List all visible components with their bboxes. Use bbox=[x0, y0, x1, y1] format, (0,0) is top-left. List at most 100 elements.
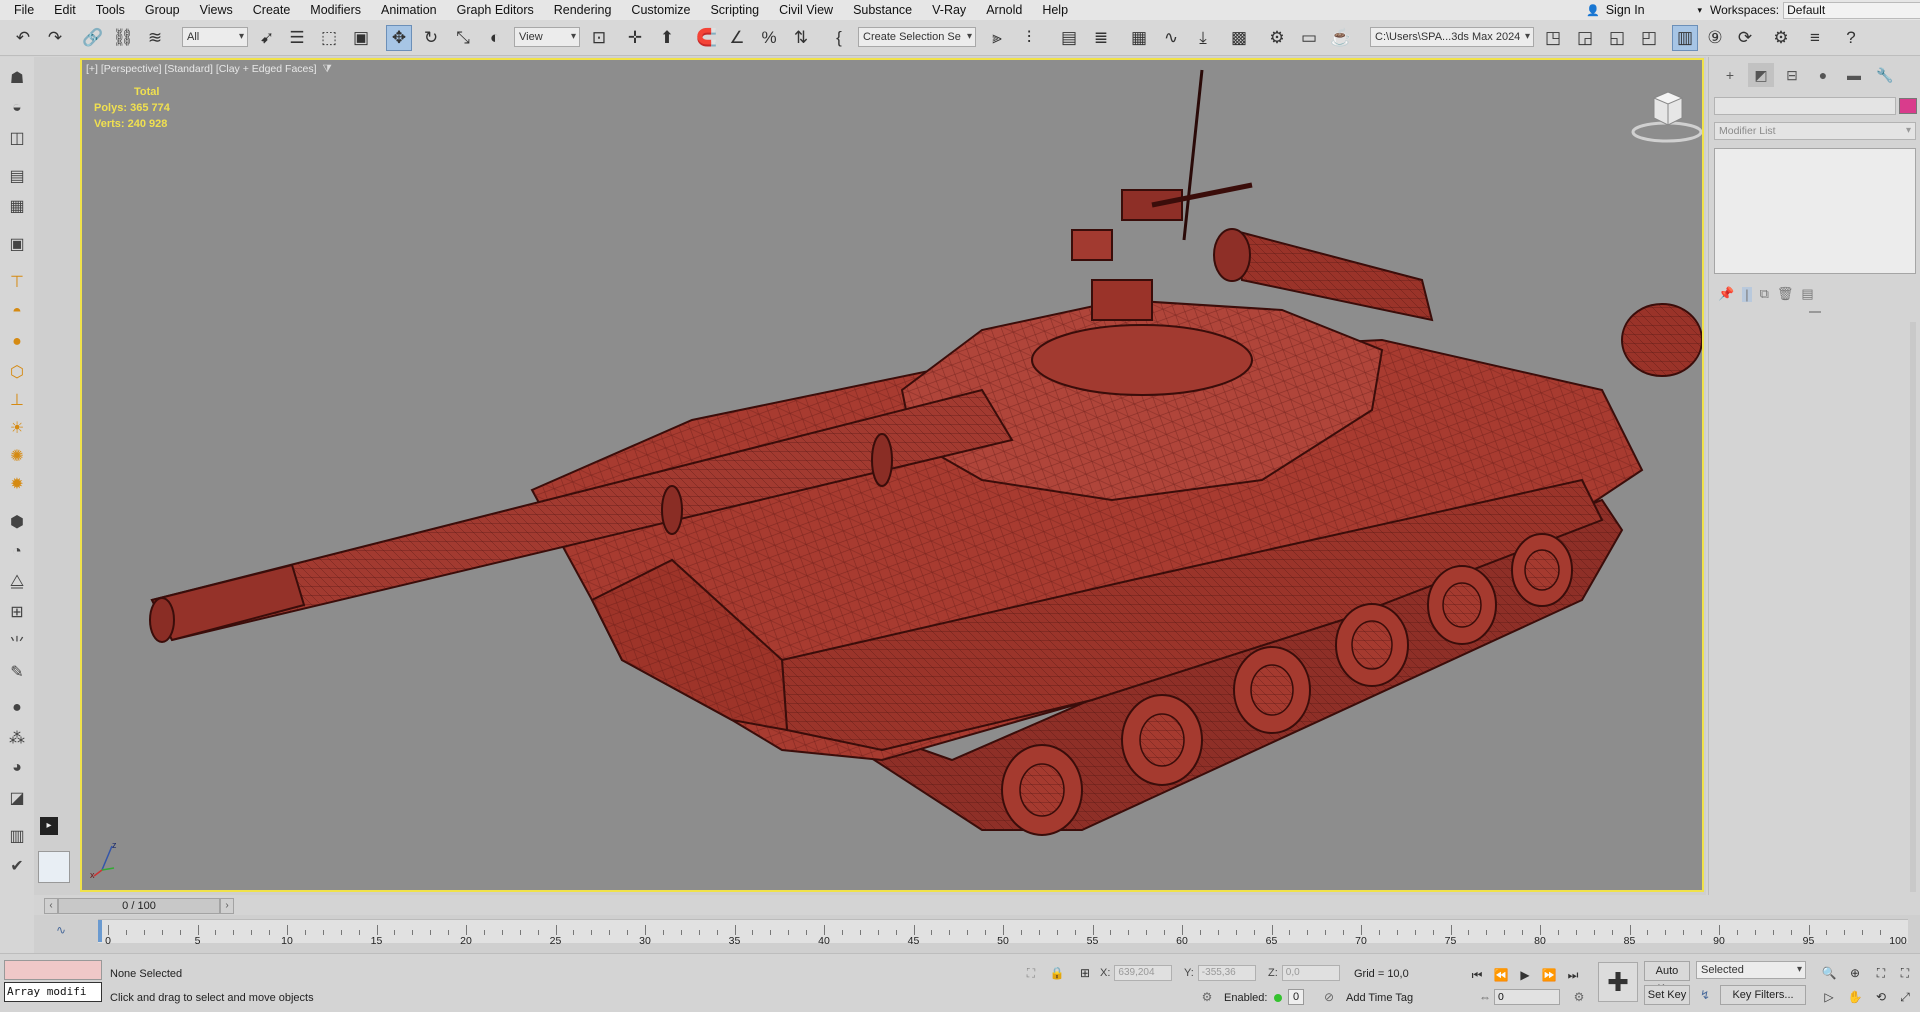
schematic-view-icon[interactable]: ⤓ bbox=[1190, 25, 1216, 51]
mini-curve-editor-icon[interactable]: ∿ bbox=[56, 923, 66, 937]
settings-icon[interactable]: ⚙ bbox=[1768, 25, 1794, 51]
open-explorer-icon[interactable]: ◳ bbox=[1540, 25, 1566, 51]
reference-coordinate-dropdown[interactable]: View bbox=[514, 27, 580, 47]
menu-item-civil-view[interactable]: Civil View bbox=[769, 0, 843, 20]
menu-item-group[interactable]: Group bbox=[135, 0, 190, 20]
vray-icon[interactable]: ✔ bbox=[4, 853, 30, 879]
sky-light-icon[interactable]: ✹ bbox=[4, 471, 30, 497]
key-tangent-icon[interactable]: ↯ bbox=[1696, 986, 1714, 1004]
light-target-icon[interactable]: ⊤ bbox=[4, 269, 30, 295]
palette-icon[interactable]: ◕ bbox=[4, 755, 30, 781]
sun-light-icon[interactable]: ✺ bbox=[4, 443, 30, 469]
mirror-icon[interactable]: ⫸ bbox=[984, 25, 1010, 51]
fur-icon[interactable]: ⺌ bbox=[4, 629, 30, 655]
undo-icon[interactable]: ↶ bbox=[10, 25, 36, 51]
menu-item-customize[interactable]: Customize bbox=[621, 0, 700, 20]
scene-explorer-icon[interactable]: ▤ bbox=[1056, 25, 1082, 51]
shapes-icon[interactable]: ▤ bbox=[4, 163, 30, 189]
menu-item-arnold[interactable]: Arnold bbox=[976, 0, 1032, 20]
previous-key-icon[interactable]: ⏪ bbox=[1492, 966, 1510, 984]
help-question-icon[interactable]: ? bbox=[1838, 25, 1864, 51]
selection-filter-dropdown[interactable]: All bbox=[182, 27, 248, 47]
hierarchy-tab-icon[interactable]: ⊟ bbox=[1779, 63, 1805, 87]
toggle-ribbon-icon[interactable]: ▦ bbox=[1126, 25, 1152, 51]
go-to-end-icon[interactable]: ⏭ bbox=[1564, 966, 1582, 984]
cameras-icon[interactable]: ▦ bbox=[4, 193, 30, 219]
select-manipulate-icon[interactable]: ✛ bbox=[622, 25, 648, 51]
sphere-light-icon[interactable]: ● bbox=[4, 329, 30, 355]
enabled-count[interactable]: 0 bbox=[1288, 989, 1304, 1005]
set-key-button[interactable]: Set Key bbox=[1644, 985, 1690, 1005]
material-sphere-icon[interactable]: ● bbox=[4, 695, 30, 721]
sync-icon[interactable]: ⟳ bbox=[1732, 25, 1758, 51]
zoom-extents-icon[interactable]: ⛶ bbox=[1872, 964, 1890, 982]
show-end-result-icon[interactable]: | bbox=[1742, 286, 1752, 302]
object-color-swatch[interactable] bbox=[1899, 98, 1917, 114]
helpers-icon[interactable]: ⬢ bbox=[4, 509, 30, 535]
teapot-icon[interactable]: ☗ bbox=[4, 65, 30, 91]
menu-item-animation[interactable]: Animation bbox=[371, 0, 447, 20]
link-icon[interactable]: 🔗 bbox=[80, 25, 106, 51]
field-of-view-icon[interactable]: ▷ bbox=[1820, 988, 1838, 1006]
absolute-mode-icon[interactable]: ⊞ bbox=[1076, 964, 1094, 982]
edit-named-selection-icon[interactable]: { bbox=[826, 25, 852, 51]
select-and-move-icon[interactable]: ✥ bbox=[386, 25, 412, 51]
z-field[interactable]: 0,0 bbox=[1281, 965, 1340, 981]
configure-sets-icon[interactable]: ▤ bbox=[1801, 286, 1813, 302]
snaps-toggle-icon[interactable]: 🧲 bbox=[694, 25, 720, 51]
pivot-center-icon[interactable]: ⊡ bbox=[586, 25, 612, 51]
menu-item-file[interactable]: File bbox=[0, 0, 44, 20]
make-unique-icon[interactable]: ⧉ bbox=[1760, 286, 1769, 302]
window-crossing-icon[interactable]: ▣ bbox=[348, 25, 374, 51]
omni-light-icon[interactable]: ☀ bbox=[4, 415, 30, 441]
tank-model[interactable] bbox=[82, 60, 1704, 892]
select-by-name-icon[interactable]: ☰ bbox=[284, 25, 310, 51]
remove-modifier-icon[interactable]: 🗑 bbox=[1777, 286, 1794, 302]
menu-item-help[interactable]: Help bbox=[1032, 0, 1078, 20]
dome-light-icon[interactable]: ◓ bbox=[4, 299, 30, 325]
time-tag-icon[interactable]: ⊘ bbox=[1320, 988, 1338, 1006]
render-icon[interactable]: ◪ bbox=[4, 785, 30, 811]
list-icon[interactable]: ≡ bbox=[1802, 25, 1828, 51]
lights-icon[interactable]: ▣ bbox=[4, 231, 30, 257]
maxscript-input[interactable]: Array modifi bbox=[4, 982, 102, 1002]
object-name-field[interactable] bbox=[1714, 97, 1896, 115]
paint-icon[interactable]: ✎ bbox=[4, 659, 30, 685]
help-icon[interactable]: ⑨ bbox=[1702, 25, 1728, 51]
redo-icon[interactable]: ↷ bbox=[42, 25, 68, 51]
pin-stack-icon[interactable]: 📌 bbox=[1718, 286, 1734, 302]
previous-frame-icon[interactable]: ‹ bbox=[44, 898, 58, 914]
x-field[interactable]: 639,204 bbox=[1114, 965, 1173, 981]
named-selection-dropdown[interactable]: Create Selection Se bbox=[858, 27, 976, 47]
layer-explorer-icon[interactable]: ≣ bbox=[1088, 25, 1114, 51]
play-icon[interactable]: ▶ bbox=[1516, 966, 1534, 984]
next-key-icon[interactable]: ⏩ bbox=[1540, 966, 1558, 984]
zoom-extents-all-icon[interactable]: ⛶ bbox=[1896, 964, 1914, 982]
set-key-big-icon[interactable]: ✚ bbox=[1598, 962, 1638, 1002]
viewport-thumbnail[interactable] bbox=[38, 851, 70, 883]
panel-splitter[interactable] bbox=[1809, 311, 1821, 313]
select-and-scale-icon[interactable]: ⤡ bbox=[450, 25, 476, 51]
menu-item-graph-editors[interactable]: Graph Editors bbox=[447, 0, 544, 20]
space-warps-icon[interactable]: ◔ bbox=[4, 539, 30, 565]
rect-selection-region-icon[interactable]: ⬚ bbox=[316, 25, 342, 51]
motion-tab-icon[interactable]: ● bbox=[1810, 63, 1836, 87]
key-mode-icon[interactable]: ⇔ bbox=[1476, 988, 1494, 1006]
time-configuration-icon[interactable]: ⚙ bbox=[1570, 988, 1588, 1006]
go-to-start-icon[interactable]: ⏮ bbox=[1468, 966, 1486, 984]
display-tab-icon[interactable]: ▬ bbox=[1841, 63, 1867, 87]
modifier-stack[interactable] bbox=[1714, 148, 1916, 274]
angle-snap-icon[interactable]: ∠ bbox=[724, 25, 750, 51]
workspace-dropdown[interactable]: Default▾ bbox=[1783, 1, 1920, 19]
play-sidebar-icon[interactable]: ▸ bbox=[40, 817, 58, 835]
create-tab-icon[interactable]: + bbox=[1717, 63, 1743, 87]
adaptive-degradation-icon[interactable]: ⚙ bbox=[1198, 988, 1216, 1006]
add-time-tag[interactable]: Add Time Tag bbox=[1346, 992, 1413, 1004]
align-icon[interactable]: ⫶ bbox=[1016, 25, 1042, 51]
maximize-viewport-icon[interactable]: ⤢ bbox=[1896, 988, 1914, 1006]
key-filters-button[interactable]: Key Filters... bbox=[1720, 985, 1806, 1005]
auto-key-button[interactable]: Auto Key bbox=[1644, 961, 1690, 995]
box-icon[interactable]: ◫ bbox=[4, 125, 30, 151]
spot-light-icon[interactable]: ⊥ bbox=[4, 387, 30, 413]
menu-item-modifiers[interactable]: Modifiers bbox=[300, 0, 371, 20]
